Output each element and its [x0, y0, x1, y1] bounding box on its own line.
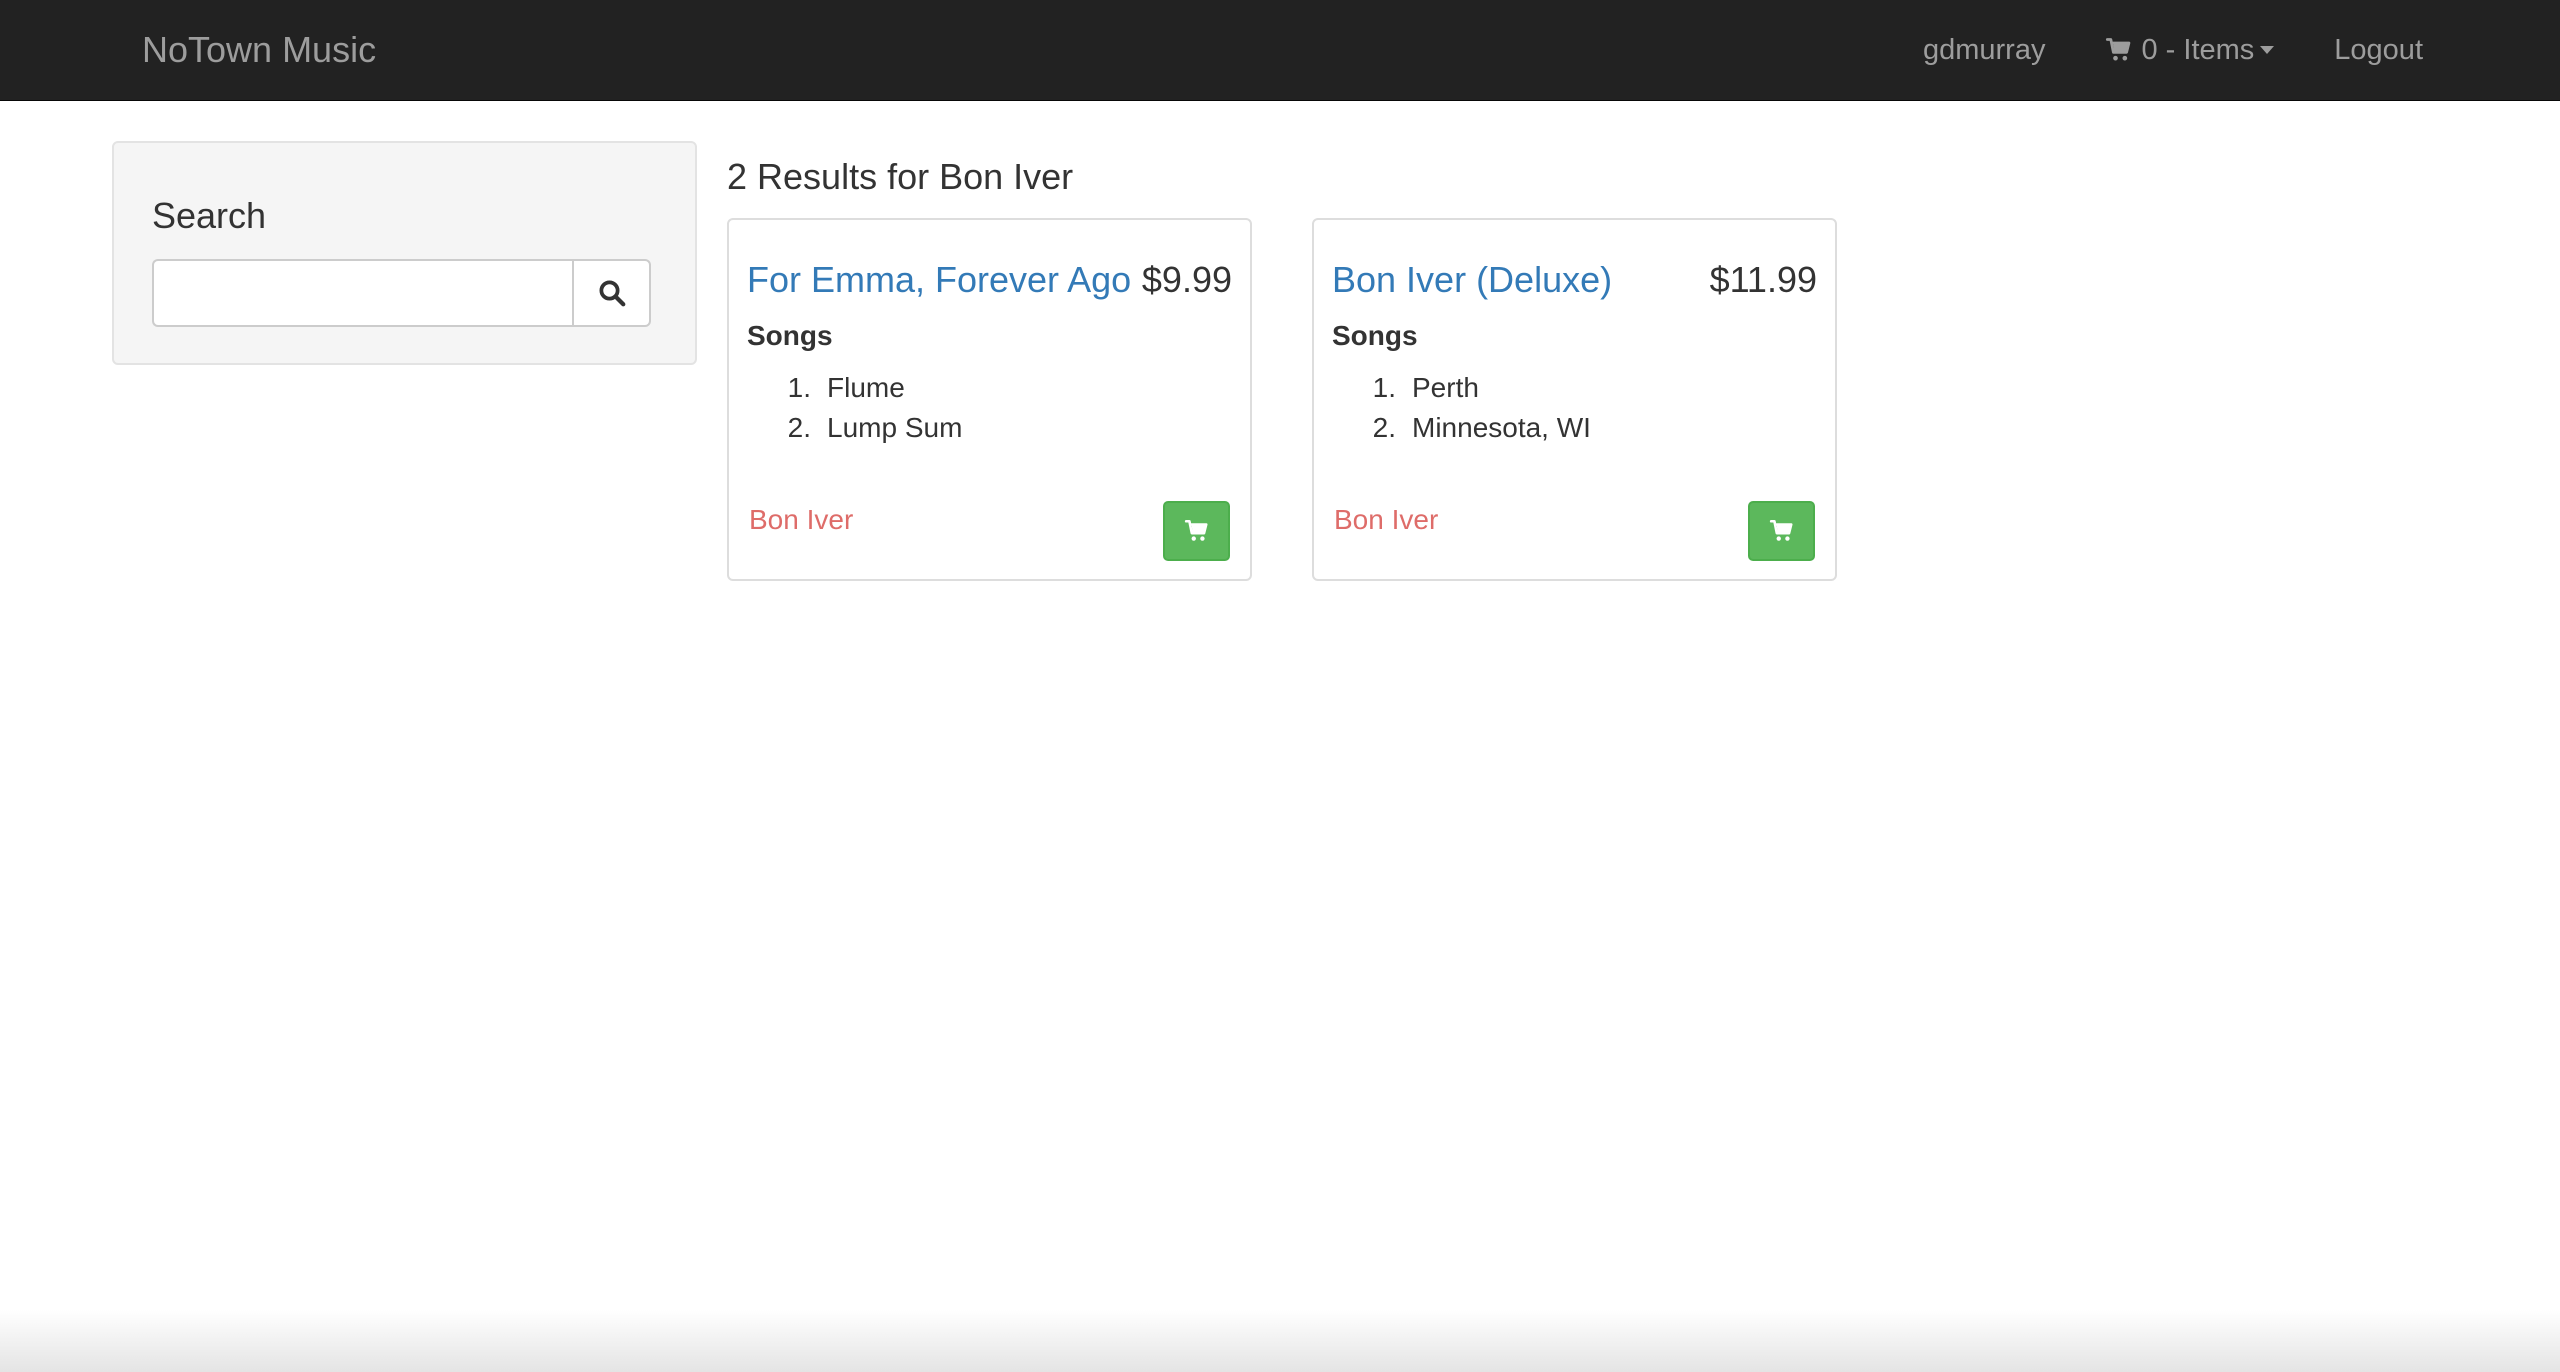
- songs-label: Songs: [747, 320, 833, 351]
- song-item: 1. Flume: [747, 368, 962, 408]
- song-number: 2.: [787, 412, 811, 443]
- cart-dropdown[interactable]: 0 - Items: [2105, 28, 2275, 72]
- top-navbar: NoTown Music gdmurray 0 - Items Logout: [0, 0, 2560, 101]
- album-card: Bon Iver (Deluxe) $11.99 Songs 1. Perth …: [1312, 218, 1837, 581]
- caret-down-icon: [2260, 46, 2275, 54]
- results-heading: 2 Results for Bon Iver: [727, 156, 1074, 197]
- songs-label: Songs: [1332, 320, 1418, 351]
- song-number: 1.: [1372, 372, 1396, 403]
- album-title-link[interactable]: For Emma, Forever Ago: [747, 258, 1131, 302]
- song-item: 2. Lump Sum: [747, 408, 963, 448]
- song-name: Minnesota, WI: [1412, 412, 1591, 443]
- album-card: For Emma, Forever Ago $9.99 Songs 1. Flu…: [727, 218, 1252, 581]
- artist-link[interactable]: Bon Iver: [1334, 502, 1438, 538]
- song-name: Flume: [827, 372, 905, 403]
- add-to-cart-button[interactable]: [1748, 501, 1815, 561]
- navbar-right: gdmurray 0 - Items Logout: [1923, 28, 2423, 72]
- brand-link[interactable]: NoTown Music: [142, 28, 376, 72]
- window-bottom-shadow: [0, 1310, 2560, 1372]
- shopping-cart-icon: [2106, 38, 2131, 61]
- user-menu-link[interactable]: gdmurray: [1923, 28, 2046, 72]
- logout-link[interactable]: Logout: [2334, 28, 2423, 72]
- album-price: $11.99: [1709, 258, 1817, 302]
- song-list: 1. Perth 2. Minnesota, WI: [1332, 368, 1591, 448]
- magnifier-icon: [599, 280, 625, 307]
- cart-label: 0 - Items: [2141, 34, 2255, 66]
- search-input[interactable]: [152, 259, 572, 327]
- search-sidebar: Search: [112, 141, 697, 365]
- search-button[interactable]: [572, 259, 651, 327]
- song-item: 2. Minnesota, WI: [1332, 408, 1591, 448]
- add-to-cart-button[interactable]: [1163, 501, 1230, 561]
- album-price: $9.99: [1141, 258, 1232, 302]
- search-title: Search: [152, 195, 267, 236]
- artist-link[interactable]: Bon Iver: [749, 502, 853, 538]
- song-list: 1. Flume 2. Lump Sum: [747, 368, 963, 448]
- song-number: 1.: [787, 372, 811, 403]
- song-number: 2.: [1372, 412, 1396, 443]
- song-name: Perth: [1412, 372, 1479, 403]
- shopping-cart-icon: [1769, 519, 1793, 541]
- song-item: 1. Perth: [1332, 368, 1591, 408]
- album-title-link[interactable]: Bon Iver (Deluxe): [1332, 258, 1612, 302]
- shopping-cart-icon: [1184, 519, 1208, 541]
- song-name: Lump Sum: [827, 412, 963, 443]
